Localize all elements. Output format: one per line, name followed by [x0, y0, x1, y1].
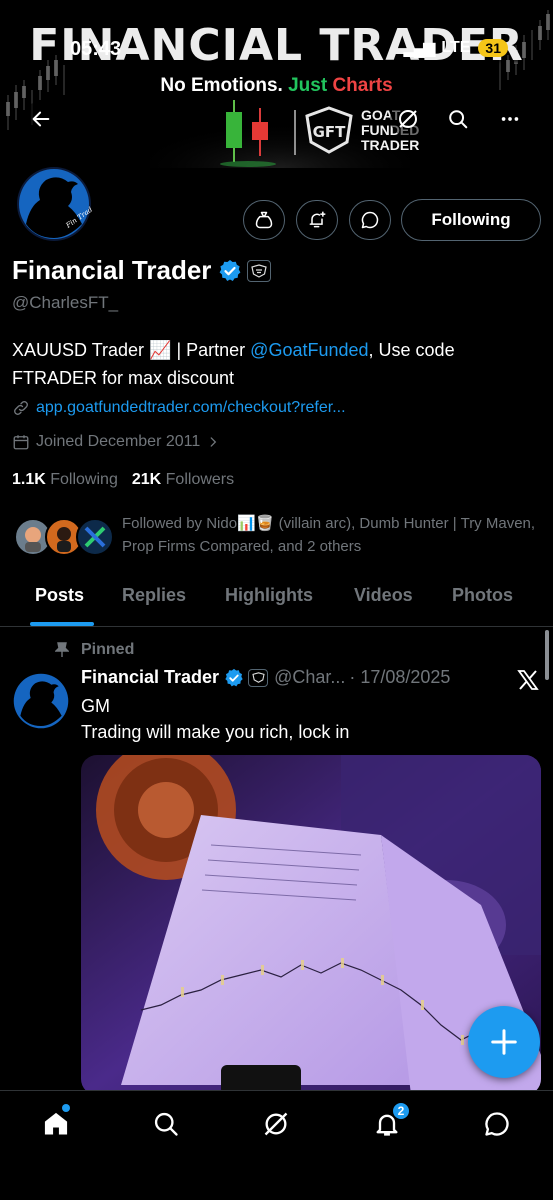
more-button[interactable] [492, 101, 528, 137]
active-tab-indicator [30, 622, 94, 626]
post-text-line1: GM [81, 696, 110, 716]
plus-icon [491, 1029, 517, 1055]
nav-notifications[interactable]: 2 [367, 1101, 411, 1139]
home-unread-dot [62, 1104, 70, 1112]
more-icon [501, 117, 519, 121]
message-button[interactable] [349, 200, 391, 240]
x-logo-icon[interactable] [516, 668, 540, 692]
grok-icon [264, 1112, 288, 1136]
tab-replies[interactable]: Replies [122, 585, 186, 606]
pinned-label-row: Pinned [55, 641, 134, 659]
scrollbar[interactable] [545, 630, 549, 680]
profile-banner[interactable]: FINANCIAL TRADER No Emotions. Just Chart… [0, 0, 553, 168]
follower-avatar-3 [76, 518, 114, 556]
post-author-handle: @Char... [274, 667, 346, 687]
brand-line3: TRADER [361, 136, 420, 153]
notifications-badge: 2 [391, 1101, 411, 1121]
tagline-part1: No Emotions. [160, 75, 283, 96]
candles-icon [220, 100, 276, 167]
brand-logo-text: GFT [313, 123, 347, 141]
calendar-icon [13, 435, 29, 450]
tab-videos[interactable]: Videos [354, 585, 413, 606]
battery-indicator: 31 [478, 39, 508, 57]
joined-date: Joined December 2011 [36, 433, 201, 450]
banner-tagline: No Emotions. Just Charts [0, 75, 553, 97]
profile-bio: XAUUSD Trader 📈 | Partner @GoatFunded, U… [12, 336, 532, 392]
bell-plus-icon [309, 211, 326, 228]
tagline-part3: Charts [332, 75, 393, 96]
bio-text-part1: XAUUSD Trader 📈 | Partner [12, 340, 251, 360]
nav-search[interactable] [146, 1109, 186, 1139]
status-icons: ▂▄▆ LTE 31 [403, 38, 508, 58]
post-date: · 17/08/2025 [349, 667, 451, 687]
status-time: 05:43 [70, 38, 122, 60]
post-text-line2: Trading will make you rich, lock in [81, 722, 350, 742]
following-button[interactable]: Following [401, 199, 541, 241]
bottom-navigation: 2 [0, 1090, 553, 1200]
avatar-silhouette-image: Fin Trader [17, 167, 101, 241]
post-author-avatar[interactable] [13, 673, 69, 729]
chevron-right-icon [210, 437, 217, 447]
verified-badge-icon[interactable] [218, 259, 242, 283]
search-button[interactable] [440, 101, 476, 137]
profile-tabs: Posts Replies Highlights Videos Photos [0, 571, 553, 627]
profile-avatar[interactable]: Fin Trader [13, 163, 101, 245]
followed-by-avatars[interactable] [14, 512, 114, 562]
nav-grok[interactable] [256, 1109, 296, 1139]
followers-label: Followers [165, 471, 235, 488]
nav-home[interactable] [36, 1104, 76, 1139]
tab-posts[interactable]: Posts [35, 585, 84, 606]
tab-highlights[interactable]: Highlights [225, 585, 313, 606]
compose-post-button[interactable] [468, 1006, 540, 1078]
following-label: Following [50, 471, 118, 488]
tip-button[interactable] [243, 200, 285, 240]
followed-by-text[interactable]: Followed by Nido📊🥃 (villain arc), Dumb H… [122, 512, 542, 558]
joined-row[interactable]: Joined December 2011 [12, 433, 220, 451]
following-count: 1.1K [12, 471, 46, 488]
following-count-link[interactable]: 1.1K Following [12, 471, 118, 489]
network-label: LTE [441, 39, 471, 56]
display-name: Financial Trader [12, 255, 212, 285]
affiliate-badge[interactable] [247, 259, 272, 282]
gft-affiliate-icon [251, 672, 265, 683]
grok-icon [399, 110, 417, 128]
website-link[interactable]: app.goatfundedtrader.com/checkout?refer.… [36, 399, 346, 417]
tagline-part2: Just [288, 75, 328, 96]
nav-messages[interactable] [477, 1109, 517, 1139]
grok-button[interactable] [390, 101, 426, 137]
gft-affiliate-icon [251, 263, 268, 278]
link-icon [14, 401, 28, 415]
followers-count: 21K [131, 471, 162, 488]
profile-name-row: Financial Trader [12, 255, 272, 286]
arrow-left-icon [32, 111, 50, 127]
post-body: GM Trading will make you rich, lock in [81, 693, 349, 745]
post-author-name[interactable]: Financial Trader [81, 667, 219, 688]
search-icon [154, 1112, 178, 1136]
profile-handle: @CharlesFT_ [12, 293, 119, 312]
affiliate-badge [248, 668, 269, 687]
signal-icon: ▂▄▆ [403, 40, 435, 57]
pinned-label: Pinned [81, 641, 135, 658]
post-header: Financial Trader @Char... · 17/08/2025 [81, 667, 450, 688]
pin-icon [55, 642, 69, 657]
money-bag-icon [255, 211, 273, 229]
message-icon [361, 211, 379, 229]
website-row: app.goatfundedtrader.com/checkout?refer.… [12, 399, 346, 417]
avatar-silhouette-image [13, 673, 69, 729]
gft-shield-icon: GFT [305, 106, 353, 154]
bio-mention-link[interactable]: @GoatFunded [250, 340, 368, 360]
back-button[interactable] [23, 101, 59, 137]
verified-badge-icon [225, 668, 243, 686]
message-icon [485, 1112, 509, 1136]
home-icon [44, 1112, 68, 1135]
search-icon [449, 110, 468, 129]
follow-counts: 1.1K Following 21K Followers [12, 471, 234, 489]
tab-photos[interactable]: Photos [452, 585, 513, 606]
followers-count-link[interactable]: 21K Followers [132, 471, 234, 489]
notifications-subscribe-button[interactable] [296, 200, 338, 240]
